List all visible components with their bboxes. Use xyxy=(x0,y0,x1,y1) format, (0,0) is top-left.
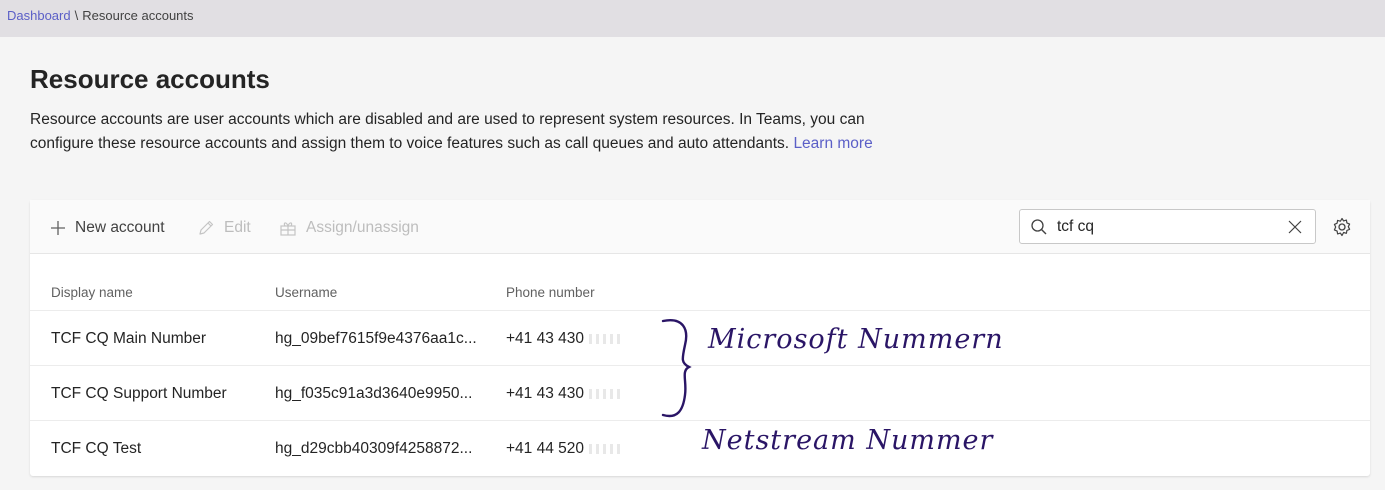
new-account-label: New account xyxy=(75,219,165,236)
clear-icon[interactable] xyxy=(1287,219,1303,240)
redacted-digits xyxy=(589,443,624,454)
search-input[interactable] xyxy=(1057,216,1277,238)
username-cell: hg_f035c91a3d3640e9950... xyxy=(275,385,473,402)
edit-button[interactable]: Edit xyxy=(197,217,251,239)
phone-number-text: +41 43 430 xyxy=(506,385,585,402)
annotation-netstream: Netstream Nummer xyxy=(702,425,994,456)
assign-icon xyxy=(279,219,297,237)
phone-number-text: +41 44 520 xyxy=(506,440,585,457)
redacted-digits xyxy=(589,333,624,344)
description-text: Resource accounts are user accounts whic… xyxy=(30,111,865,152)
edit-icon xyxy=(197,219,215,237)
column-header-display-name[interactable]: Display name xyxy=(51,285,133,300)
new-account-button[interactable]: New account xyxy=(50,217,165,239)
assign-unassign-button[interactable]: Assign/unassign xyxy=(279,217,419,239)
column-header-username[interactable]: Username xyxy=(275,285,337,300)
breadcrumb-dashboard-link[interactable]: Dashboard xyxy=(7,8,71,23)
top-bar: Dashboard \ Resource accounts xyxy=(0,0,1385,37)
search-icon xyxy=(1030,218,1048,241)
display-name-cell: TCF CQ Test xyxy=(51,440,142,457)
page-description: Resource accounts are user accounts whic… xyxy=(30,108,930,156)
breadcrumb-current: Resource accounts xyxy=(82,8,194,23)
assign-unassign-label: Assign/unassign xyxy=(306,219,419,236)
search-box[interactable] xyxy=(1019,209,1316,244)
breadcrumb-separator: \ xyxy=(74,8,79,23)
display-name-cell: TCF CQ Main Number xyxy=(51,330,207,347)
username-cell: hg_d29cbb40309f4258872... xyxy=(275,440,473,457)
annotation-microsoft: Microsoft Nummern xyxy=(708,324,1004,355)
phone-cell: +41 43 430 xyxy=(506,330,624,348)
handwritten-annotation: Microsoft Nummern Netstream Nummer xyxy=(650,310,1010,470)
add-icon xyxy=(50,220,66,236)
brace-icon xyxy=(661,319,692,418)
redacted-digits xyxy=(589,388,624,399)
gear-icon[interactable] xyxy=(1332,217,1352,242)
phone-number-text: +41 43 430 xyxy=(506,330,585,347)
phone-cell: +41 43 430 xyxy=(506,385,624,403)
display-name-cell: TCF CQ Support Number xyxy=(51,385,227,402)
learn-more-link[interactable]: Learn more xyxy=(793,135,872,152)
toolbar: New account Edit Assign/unassign xyxy=(30,200,1370,254)
page-title: Resource accounts xyxy=(30,64,270,94)
username-cell: hg_09bef7615f9e4376aa1c... xyxy=(275,330,477,347)
phone-cell: +41 44 520 xyxy=(506,440,624,458)
column-header-phone-number[interactable]: Phone number xyxy=(506,285,595,300)
edit-label: Edit xyxy=(224,219,251,236)
breadcrumb: Dashboard \ Resource accounts xyxy=(7,8,194,23)
